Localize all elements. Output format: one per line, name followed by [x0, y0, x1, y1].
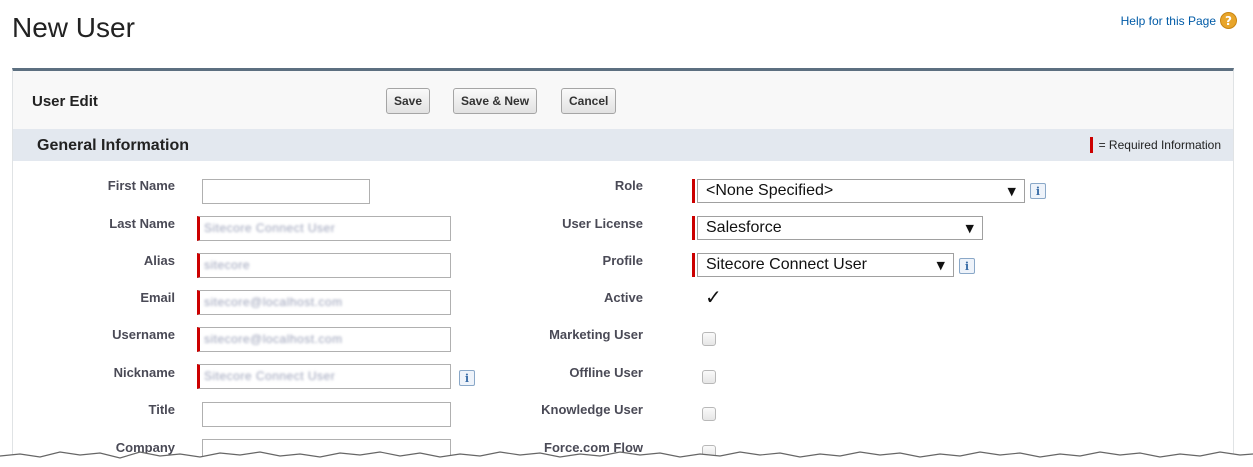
required-marker-icon [1089, 137, 1093, 153]
marketing-user-checkbox[interactable] [702, 332, 716, 346]
profile-select[interactable]: Sitecore Connect User ▼ [697, 253, 954, 277]
form-area: First Name Last Name Alias Email Usernam… [13, 161, 1233, 467]
cancel-button[interactable]: Cancel [561, 88, 617, 114]
offline-user-label: Offline User [569, 365, 643, 380]
user-license-select[interactable]: Salesforce ▼ [697, 216, 983, 240]
torn-edge [0, 451, 1253, 464]
panel-header: User Edit Save Save & New Cancel [13, 71, 1233, 129]
last-name-value: Sitecore Connect User [204, 221, 336, 235]
nickname-label: Nickname [113, 365, 175, 380]
offline-user-checkbox[interactable] [702, 370, 716, 384]
username-value: sitecore@localhost.com [204, 332, 343, 346]
user-license-label: User License [562, 216, 643, 231]
required-legend: = Required Information [1089, 137, 1221, 153]
page-title: New User [12, 12, 135, 43]
profile-value: Sitecore Connect User [706, 256, 867, 273]
help-link-label: Help for this Page [1120, 13, 1216, 28]
username-label: Username [112, 327, 175, 342]
active-label: Active [603, 290, 643, 305]
active-checkbox[interactable]: ✓ [705, 285, 722, 309]
required-legend-text: = Required Information [1098, 138, 1221, 152]
user-license-required-icon [692, 216, 695, 240]
role-value: <None Specified> [706, 182, 834, 199]
role-required-icon [692, 179, 695, 203]
user-license-value: Salesforce [706, 219, 782, 236]
role-info-icon[interactable]: i [1030, 183, 1046, 199]
save-button[interactable]: Save [386, 88, 431, 114]
section-title: General Information [37, 137, 190, 154]
knowledge-user-checkbox[interactable] [702, 407, 716, 421]
save-and-new-button[interactable]: Save & New [453, 88, 538, 114]
chevron-down-icon: ▼ [1007, 184, 1016, 198]
panel-title: User Edit [32, 93, 98, 110]
first-name-label: First Name [107, 178, 175, 193]
user-edit-panel: User Edit Save Save & New Cancel General… [12, 68, 1234, 467]
last-name-label: Last Name [109, 216, 175, 231]
help-link[interactable]: Help for this Page ? [1121, 12, 1237, 29]
marketing-user-label: Marketing User [549, 327, 643, 342]
alias-label: Alias [143, 253, 175, 268]
role-select[interactable]: <None Specified> ▼ [697, 179, 1025, 203]
chevron-down-icon: ▼ [936, 258, 945, 272]
profile-required-icon [692, 253, 695, 277]
title-label: Title [148, 402, 176, 417]
role-label: Role [614, 178, 643, 193]
alias-value: sitecore [204, 258, 251, 272]
email-value: sitecore@localhost.com [204, 295, 343, 309]
nickname-value: Sitecore Connect User [204, 369, 336, 383]
section-header: General Information = Required Informati… [13, 129, 1233, 161]
knowledge-user-label: Knowledge User [541, 402, 643, 417]
profile-label: Profile [602, 253, 643, 268]
chevron-down-icon: ▼ [965, 221, 974, 235]
help-icon: ? [1220, 12, 1237, 29]
profile-info-icon[interactable]: i [959, 258, 975, 274]
email-label: Email [140, 290, 175, 305]
